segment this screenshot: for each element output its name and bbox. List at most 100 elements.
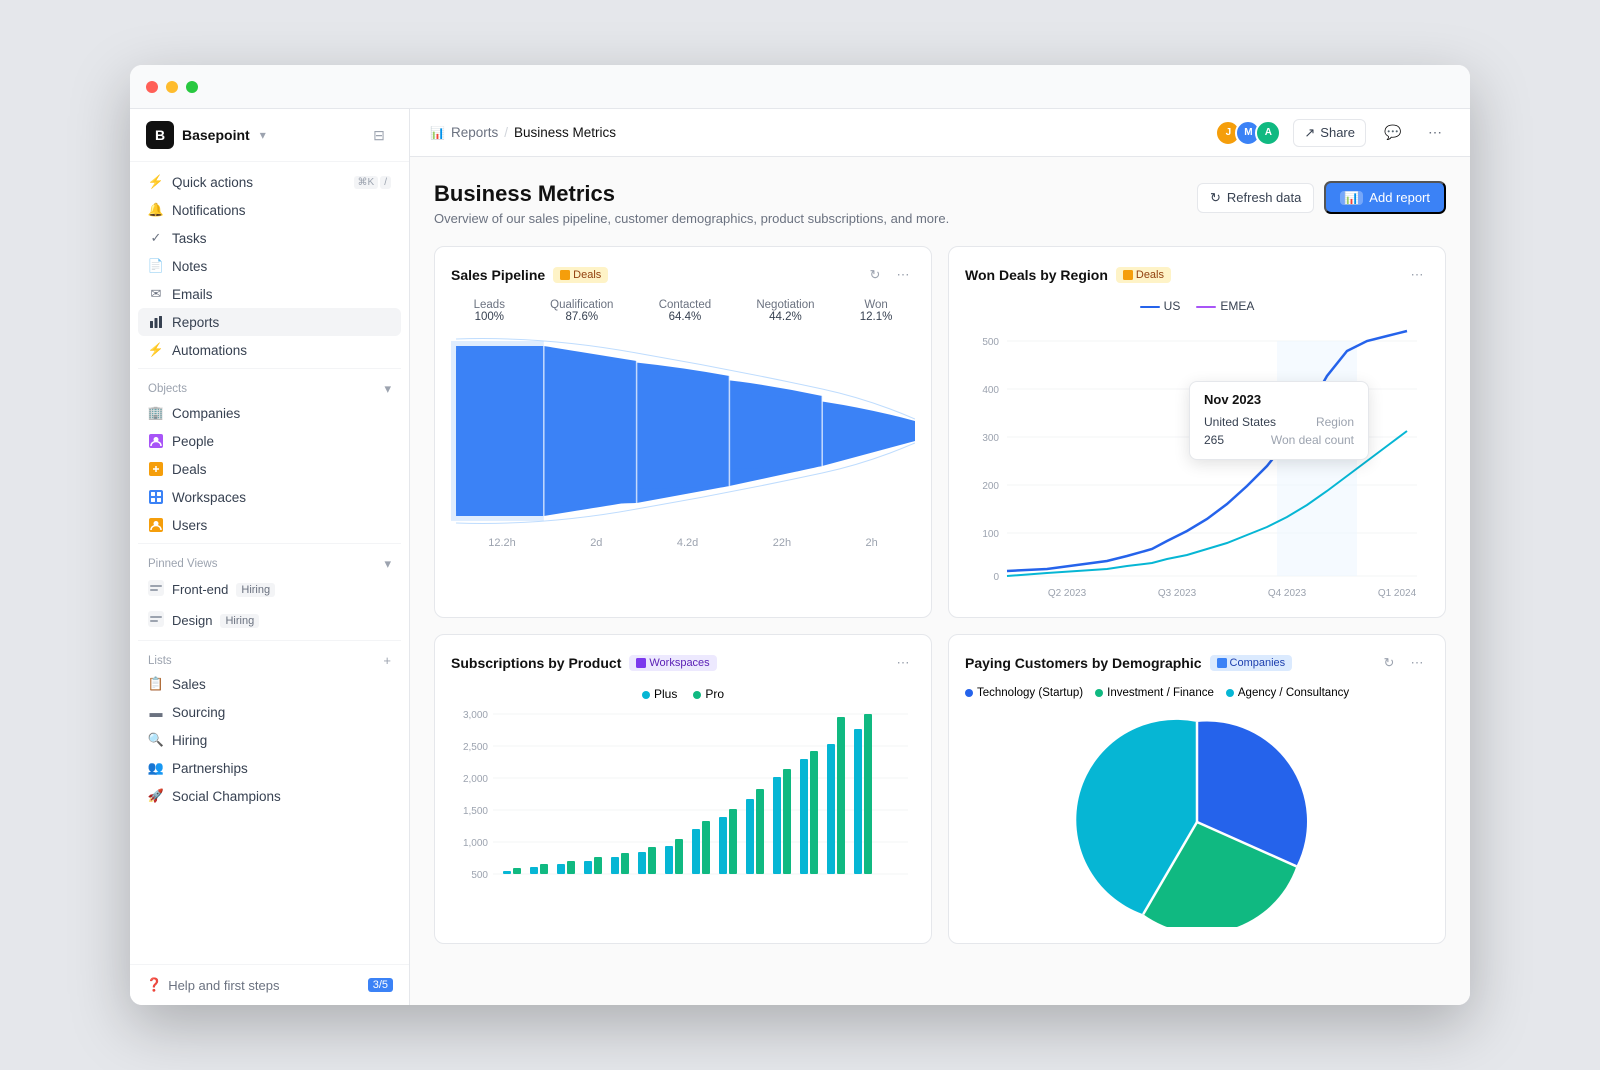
sidebar-item-quick-actions[interactable]: ⚡ Quick actions ⌘K /: [138, 168, 401, 196]
automations-icon: ⚡: [148, 342, 164, 358]
sidebar-item-reports[interactable]: Reports: [138, 308, 401, 336]
social-icon: 🚀: [148, 788, 164, 804]
notifications-label: Notifications: [172, 203, 391, 218]
partnerships-label: Partnerships: [172, 761, 391, 776]
tooltip-count-row: 265 Won deal count: [1204, 431, 1354, 449]
sidebar-item-design[interactable]: Design Hiring: [138, 605, 401, 636]
notes-icon: 📄: [148, 258, 164, 274]
companies-icon: 🏢: [148, 405, 164, 421]
sidebar-item-deals[interactable]: Deals: [138, 455, 401, 483]
sales-more-icon[interactable]: ⋯: [891, 263, 915, 287]
sidebar-item-sourcing[interactable]: ▬ Sourcing: [138, 698, 401, 726]
funnel-stage-leads: Leads 100%: [474, 299, 505, 323]
funnel-times: 12.2h 2d 4.2d 22h 2h: [451, 537, 915, 549]
pie-legend-agency: Agency / Consultancy: [1226, 687, 1349, 699]
refresh-icon: ↻: [1210, 190, 1221, 206]
sales-refresh-icon[interactable]: ↻: [863, 263, 887, 287]
line-chart-area: 500 400 300 200 100 0 Q2 2023 Q3 2023 Q4…: [965, 321, 1429, 601]
refresh-data-button[interactable]: ↻ Refresh data: [1197, 183, 1314, 213]
sidebar-item-hiring[interactable]: 🔍 Hiring: [138, 726, 401, 754]
funnel-stage-negotiation: Negotiation 44.2%: [756, 299, 814, 323]
sidebar-item-social[interactable]: 🚀 Social Champions: [138, 782, 401, 810]
tooltip-count: 265: [1204, 433, 1224, 447]
paying-customers-card: Paying Customers by Demographic Companie…: [948, 634, 1446, 944]
hiring-icon: 🔍: [148, 732, 164, 748]
pie-chart-svg: [1067, 707, 1327, 927]
help-label: Help and first steps: [168, 978, 279, 993]
breadcrumb-current: Business Metrics: [514, 125, 616, 140]
more-options-icon-button[interactable]: ⋯: [1420, 118, 1450, 148]
sidebar-item-people[interactable]: People: [138, 427, 401, 455]
sidebar-layout-icon[interactable]: ⊟: [365, 121, 393, 149]
paying-more-icon[interactable]: ⋯: [1405, 651, 1429, 675]
tooltip-count-label: Won deal count: [1271, 433, 1354, 447]
avatar-3: A: [1255, 120, 1281, 146]
sidebar-item-partnerships[interactable]: 👥 Partnerships: [138, 754, 401, 782]
won-deals-header: Won Deals by Region Deals ⋯: [965, 263, 1429, 287]
pinned-collapse-icon[interactable]: ▾: [384, 556, 391, 572]
funnel-stage-won: Won 12.1%: [860, 299, 893, 323]
funnel-stage-contacted: Contacted 64.4%: [659, 299, 711, 323]
close-dot[interactable]: [146, 81, 158, 93]
svg-text:2,000: 2,000: [463, 774, 488, 785]
frontend-icon: [148, 580, 164, 599]
won-deals-icons: ⋯: [1405, 263, 1429, 287]
sidebar-item-tasks[interactable]: ✓ Tasks: [138, 224, 401, 252]
tooltip-region-row: United States Region: [1204, 413, 1354, 431]
add-report-icon: 📊: [1340, 191, 1363, 205]
svg-text:100: 100: [982, 529, 999, 540]
logo-area: B Basepoint ▾: [146, 121, 266, 149]
add-list-icon[interactable]: +: [383, 653, 391, 668]
won-deals-card: Won Deals by Region Deals ⋯: [948, 246, 1446, 618]
sidebar: B Basepoint ▾ ⊟ ⚡ Quick actions ⌘K /: [130, 109, 410, 1005]
paying-refresh-icon[interactable]: ↻: [1377, 651, 1401, 675]
breadcrumb: 📊 Reports / Business Metrics: [430, 125, 616, 140]
chat-icon-button[interactable]: 💬: [1378, 118, 1408, 148]
sidebar-item-companies[interactable]: 🏢 Companies: [138, 399, 401, 427]
svg-text:300: 300: [982, 433, 999, 444]
sidebar-item-sales[interactable]: 📋 Sales: [138, 670, 401, 698]
paying-customers-badge: Companies: [1210, 655, 1293, 671]
funnel-time-3: 22h: [773, 537, 791, 549]
sidebar-item-frontend[interactable]: Front-end Hiring: [138, 574, 401, 605]
deals-label: Deals: [172, 462, 391, 477]
logo-chevron-icon: ▾: [260, 128, 266, 142]
sidebar-item-notes[interactable]: 📄 Notes: [138, 252, 401, 280]
breadcrumb-reports-icon: 📊: [430, 126, 445, 140]
subscriptions-more-icon[interactable]: ⋯: [891, 651, 915, 675]
share-button[interactable]: ↗ Share: [1293, 119, 1366, 147]
sidebar-item-workspaces[interactable]: Workspaces: [138, 483, 401, 511]
design-badge: Hiring: [220, 614, 259, 628]
reports-icon: [148, 314, 164, 330]
breadcrumb-reports-link[interactable]: Reports: [451, 125, 498, 140]
objects-section-label: Objects ▾: [138, 373, 401, 399]
emails-label: Emails: [172, 287, 391, 302]
pie-legend-tech: Technology (Startup): [965, 687, 1083, 699]
subscriptions-title: Subscriptions by Product Workspaces: [451, 655, 717, 671]
main-layout: B Basepoint ▾ ⊟ ⚡ Quick actions ⌘K /: [130, 109, 1470, 1005]
sidebar-footer: ❓ Help and first steps 3/5: [130, 964, 409, 1005]
sidebar-item-notifications[interactable]: 🔔 Notifications: [138, 196, 401, 224]
help-icon: ❓: [146, 977, 162, 993]
won-deals-badge: Deals: [1116, 267, 1171, 283]
minimize-dot[interactable]: [166, 81, 178, 93]
won-deals-more-icon[interactable]: ⋯: [1405, 263, 1429, 287]
pie-legend-finance: Investment / Finance: [1095, 687, 1214, 699]
help-item[interactable]: ❓ Help and first steps: [146, 977, 279, 993]
sidebar-item-automations[interactable]: ⚡ Automations: [138, 336, 401, 364]
sidebar-item-users[interactable]: Users: [138, 511, 401, 539]
logo-icon: B: [146, 121, 174, 149]
maximize-dot[interactable]: [186, 81, 198, 93]
tooltip-date: Nov 2023: [1204, 392, 1354, 407]
sidebar-item-emails[interactable]: ✉ Emails: [138, 280, 401, 308]
paying-customers-icons: ↻ ⋯: [1377, 651, 1429, 675]
quick-actions-shortcut: ⌘K /: [354, 176, 391, 189]
logo-name: Basepoint: [182, 127, 250, 143]
objects-collapse-icon[interactable]: ▾: [384, 381, 391, 397]
legend-emea: EMEA: [1196, 299, 1254, 313]
paying-customers-title: Paying Customers by Demographic Companie…: [965, 655, 1292, 671]
add-report-button[interactable]: 📊 Add report: [1324, 181, 1446, 214]
pie-chart-area: [965, 707, 1429, 927]
funnel-svg: [451, 331, 915, 531]
sidebar-header: B Basepoint ▾ ⊟: [130, 109, 409, 162]
